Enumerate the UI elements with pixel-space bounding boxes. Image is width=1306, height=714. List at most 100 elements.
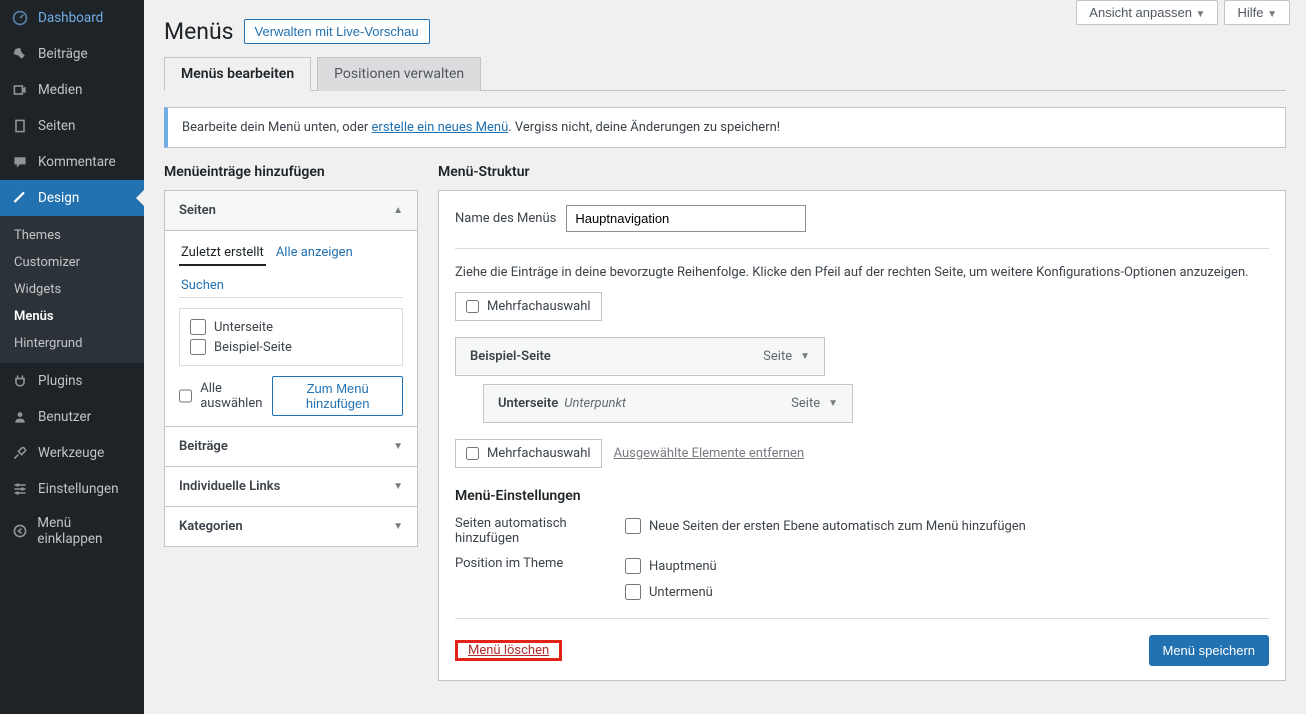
sidebar-item-pages[interactable]: Seiten xyxy=(0,108,144,144)
menu-name-label: Name des Menüs xyxy=(455,211,556,226)
sidebar-collapse[interactable]: Menü einklappen xyxy=(0,507,144,555)
admin-sidebar: Dashboard Beiträge Medien Seiten Komment… xyxy=(0,0,144,714)
page-title: Menüs xyxy=(164,18,234,45)
bulk-checkbox[interactable] xyxy=(466,300,479,313)
select-all-label: Alle auswählen xyxy=(200,381,272,411)
sidebar-item-label: Beiträge xyxy=(38,46,88,62)
auto-add-label: Seiten automatisch hinzufügen xyxy=(455,516,605,546)
accordion-head-posts[interactable]: Beiträge▼ xyxy=(165,427,417,466)
page-label: Beispiel-Seite xyxy=(214,340,292,355)
sidebar-item-label: Design xyxy=(38,190,79,206)
position-sub-option[interactable]: Untermenü xyxy=(625,582,717,602)
submenu-themes[interactable]: Themes xyxy=(0,222,144,249)
accordion-pages: Seiten▲ Zuletzt erstellt Alle anzeigen S… xyxy=(164,190,418,427)
position-checkbox[interactable] xyxy=(625,584,641,600)
user-icon xyxy=(10,407,30,427)
menu-item-type: Seite xyxy=(763,349,792,364)
option-label: Untermenü xyxy=(649,585,713,600)
plug-icon xyxy=(10,371,30,391)
submenu-widgets[interactable]: Widgets xyxy=(0,276,144,303)
bulk-select-top[interactable]: Mehrfachauswahl xyxy=(455,292,602,321)
drag-help-text: Ziehe die Einträge in deine bevorzugte R… xyxy=(455,265,1269,280)
sidebar-item-dashboard[interactable]: Dashboard xyxy=(0,0,144,36)
menu-item[interactable]: UnterseiteUnterpunkt Seite▼ xyxy=(483,384,853,423)
chevron-down-icon: ▼ xyxy=(393,441,403,452)
comment-icon xyxy=(10,152,30,172)
page-checkbox[interactable] xyxy=(190,319,206,335)
live-preview-button[interactable]: Verwalten mit Live-Vorschau xyxy=(244,19,430,44)
button-label: Hilfe xyxy=(1237,5,1263,20)
chevron-down-icon[interactable]: ▼ xyxy=(800,351,810,362)
notice-text: Bearbeite dein Menü unten, oder xyxy=(182,120,372,135)
auto-add-option[interactable]: Neue Seiten der ersten Ebene automatisch… xyxy=(625,516,1026,536)
subtab-all[interactable]: Alle anzeigen xyxy=(274,241,355,266)
sidebar-item-label: Einstellungen xyxy=(38,481,119,497)
sidebar-item-label: Werkzeuge xyxy=(38,445,104,461)
dashboard-icon xyxy=(10,8,30,28)
sidebar-item-users[interactable]: Benutzer xyxy=(0,399,144,435)
sidebar-item-label: Menü einklappen xyxy=(37,515,136,547)
save-menu-button[interactable]: Menü speichern xyxy=(1149,635,1270,666)
position-checkbox[interactable] xyxy=(625,558,641,574)
structure-title: Menü-Struktur xyxy=(438,164,1286,180)
subtab-search[interactable]: Suchen xyxy=(179,274,226,297)
accordion-label: Kategorien xyxy=(179,519,243,534)
menu-item-type: Seite xyxy=(791,396,820,411)
menu-item[interactable]: Beispiel-Seite Seite▼ xyxy=(455,337,825,376)
tab-manage-positions[interactable]: Positionen verwalten xyxy=(317,57,481,91)
chevron-up-icon: ▲ xyxy=(393,205,403,216)
menu-name-input[interactable] xyxy=(566,205,806,232)
accordion-head-pages[interactable]: Seiten▲ xyxy=(165,191,417,231)
sidebar-item-tools[interactable]: Werkzeuge xyxy=(0,435,144,471)
sidebar-item-label: Kommentare xyxy=(38,154,116,170)
notice-text: . Vergiss nicht, deine Änderungen zu spe… xyxy=(508,120,780,135)
sidebar-item-label: Plugins xyxy=(38,373,83,389)
bulk-checkbox[interactable] xyxy=(466,447,479,460)
bulk-label: Mehrfachauswahl xyxy=(487,446,591,461)
sidebar-item-comments[interactable]: Kommentare xyxy=(0,144,144,180)
screen-options-button[interactable]: Ansicht anpassen ▼ xyxy=(1076,0,1218,25)
option-label: Hauptmenü xyxy=(649,559,717,574)
tab-edit-menus[interactable]: Menüs bearbeiten xyxy=(164,57,311,91)
button-label: Ansicht anpassen xyxy=(1089,5,1192,20)
sidebar-item-posts[interactable]: Beiträge xyxy=(0,36,144,72)
submenu-customizer[interactable]: Customizer xyxy=(0,249,144,276)
accordion-head-categories[interactable]: Kategorien▼ xyxy=(165,507,417,546)
sidebar-item-label: Seiten xyxy=(38,118,76,134)
sidebar-item-settings[interactable]: Einstellungen xyxy=(0,471,144,507)
help-button[interactable]: Hilfe ▼ xyxy=(1224,0,1290,25)
sidebar-item-label: Medien xyxy=(38,82,82,98)
remove-selected-link[interactable]: Ausgewählte Elemente entfernen xyxy=(614,446,805,461)
menu-panel: Name des Menüs Ziehe die Einträge in dei… xyxy=(438,190,1286,681)
page-checkbox-row[interactable]: Unterseite xyxy=(190,317,392,337)
sidebar-item-media[interactable]: Medien xyxy=(0,72,144,108)
select-all-row[interactable]: Alle auswählen xyxy=(179,379,272,413)
accordion-head-links[interactable]: Individuelle Links▼ xyxy=(165,467,417,506)
submenu-menus[interactable]: Menüs xyxy=(0,303,144,330)
subtab-recent[interactable]: Zuletzt erstellt xyxy=(179,241,266,266)
menu-item-title: Unterseite xyxy=(498,396,558,411)
info-notice: Bearbeite dein Menü unten, oder erstelle… xyxy=(164,107,1286,148)
create-menu-link[interactable]: erstelle ein neues Menü xyxy=(372,120,509,135)
select-all-checkbox[interactable] xyxy=(179,388,192,404)
auto-add-checkbox[interactable] xyxy=(625,518,641,534)
chevron-down-icon: ▼ xyxy=(393,481,403,492)
add-to-menu-button[interactable]: Zum Menü hinzufügen xyxy=(272,376,403,416)
page-checkbox-row[interactable]: Beispiel-Seite xyxy=(190,337,392,357)
bulk-label: Mehrfachauswahl xyxy=(487,299,591,314)
menu-settings-title: Menü-Einstellungen xyxy=(455,488,1269,504)
chevron-down-icon[interactable]: ▼ xyxy=(828,398,838,409)
position-main-option[interactable]: Hauptmenü xyxy=(625,556,717,576)
chevron-down-icon: ▼ xyxy=(1267,9,1277,20)
sidebar-item-design[interactable]: Design xyxy=(0,180,144,216)
brush-icon xyxy=(10,188,30,208)
page-icon xyxy=(10,116,30,136)
submenu-background[interactable]: Hintergrund xyxy=(0,330,144,357)
sidebar-item-plugins[interactable]: Plugins xyxy=(0,363,144,399)
page-checkbox[interactable] xyxy=(190,339,206,355)
design-submenu: Themes Customizer Widgets Menüs Hintergr… xyxy=(0,216,144,363)
delete-menu-link[interactable]: Menü löschen xyxy=(458,637,559,664)
chevron-down-icon: ▼ xyxy=(1196,9,1206,20)
collapse-icon xyxy=(10,521,29,541)
bulk-select-bottom[interactable]: Mehrfachauswahl xyxy=(455,439,602,468)
